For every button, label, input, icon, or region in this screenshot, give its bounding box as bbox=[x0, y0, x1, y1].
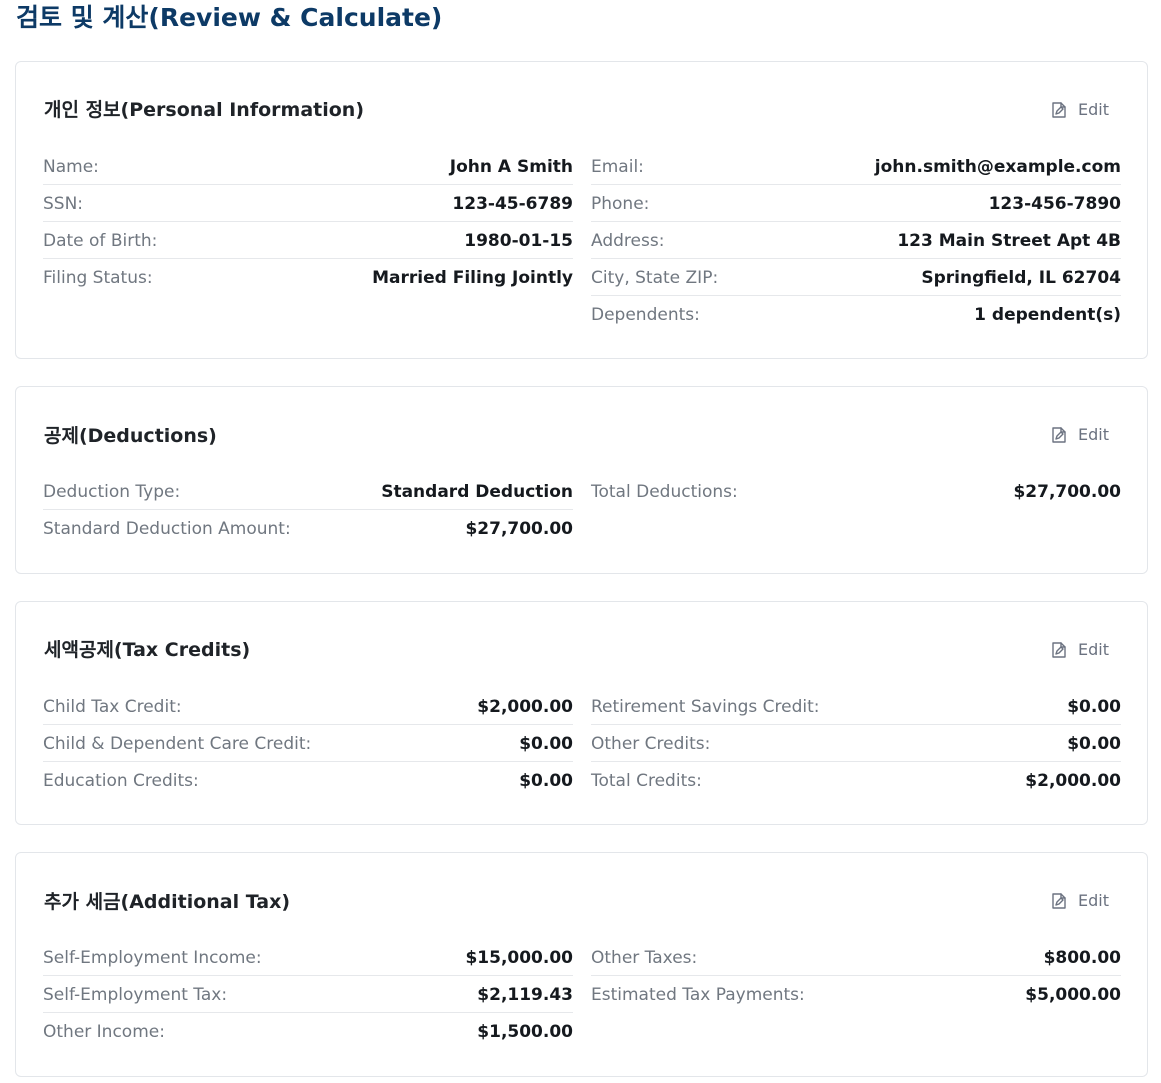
field-label: Deduction Type: bbox=[43, 481, 181, 502]
tax-credits-card: 세액공제(Tax Credits) Edit Child Tax Credit:… bbox=[15, 601, 1148, 825]
info-row: Deduction Type: Standard Deduction bbox=[43, 474, 573, 510]
field-value: 123 Main Street Apt 4B bbox=[897, 230, 1121, 251]
field-label: Self-Employment Tax: bbox=[43, 984, 228, 1005]
right-column: Total Deductions: $27,700.00 bbox=[591, 474, 1121, 511]
info-row: Date of Birth: 1980-01-15 bbox=[43, 223, 573, 259]
section-title: 세액공제(Tax Credits) bbox=[44, 639, 251, 661]
edit-label: Edit bbox=[1078, 640, 1109, 659]
personal-information-card: 개인 정보(Personal Information) Edit Name: Jo… bbox=[15, 61, 1148, 359]
field-label: Total Deductions: bbox=[591, 482, 738, 502]
field-label: Total Credits: bbox=[591, 771, 702, 791]
section-title: 공제(Deductions) bbox=[44, 425, 217, 447]
field-value: $800.00 bbox=[1043, 947, 1121, 968]
section-title: 개인 정보(Personal Information) bbox=[44, 99, 365, 121]
info-row: Phone: 123-456-7890 bbox=[591, 186, 1121, 222]
info-row: Name: John A Smith bbox=[43, 149, 573, 185]
edit-button[interactable]: Edit bbox=[1050, 638, 1109, 662]
info-row: Self-Employment Tax: $2,119.43 bbox=[43, 977, 573, 1013]
field-label: Phone: bbox=[591, 193, 650, 214]
field-label: Dependents: bbox=[591, 305, 700, 325]
field-value: $0.00 bbox=[1067, 696, 1121, 717]
field-label: City, State ZIP: bbox=[591, 267, 719, 288]
field-label: Self-Employment Income: bbox=[43, 947, 262, 968]
field-label: Child & Dependent Care Credit: bbox=[43, 733, 312, 754]
field-value: $0.00 bbox=[1067, 733, 1121, 754]
right-column: Other Taxes: $800.00 Estimated Tax Paymen… bbox=[591, 940, 1121, 1014]
field-value: $2,119.43 bbox=[477, 984, 573, 1005]
left-column: Child Tax Credit: $2,000.00 Child & Depen… bbox=[43, 689, 573, 800]
info-row: Total Credits: $2,000.00 bbox=[591, 763, 1121, 799]
right-column: Email: john.smith@example.com Phone: 123-4… bbox=[591, 149, 1121, 334]
edit-file-icon bbox=[1050, 892, 1068, 910]
field-label: Date of Birth: bbox=[43, 230, 158, 251]
field-value: 123-456-7890 bbox=[988, 193, 1121, 214]
additional-tax-card: 추가 세금(Additional Tax) Edit Self-Employme… bbox=[15, 852, 1148, 1077]
field-label: Child Tax Credit: bbox=[43, 696, 182, 717]
edit-file-icon bbox=[1050, 426, 1068, 444]
edit-label: Edit bbox=[1078, 891, 1109, 910]
info-row: City, State ZIP: Springfield, IL 62704 bbox=[591, 260, 1121, 296]
field-value: 123-45-6789 bbox=[452, 193, 573, 214]
info-row: Address: 123 Main Street Apt 4B bbox=[591, 223, 1121, 259]
info-row: Education Credits: $0.00 bbox=[43, 763, 573, 799]
field-value: john.smith@example.com bbox=[874, 156, 1121, 177]
field-label: SSN: bbox=[43, 193, 84, 214]
field-value: $2,000.00 bbox=[477, 696, 573, 717]
field-label: Retirement Savings Credit: bbox=[591, 696, 820, 717]
left-column: Name: John A Smith SSN: 123-45-6789 Date o… bbox=[43, 149, 573, 297]
field-value: John A Smith bbox=[449, 156, 573, 177]
field-label: Education Credits: bbox=[43, 771, 199, 791]
info-row: Standard Deduction Amount: $27,700.00 bbox=[43, 511, 573, 547]
field-value: $27,700.00 bbox=[465, 519, 573, 539]
edit-button[interactable]: Edit bbox=[1050, 98, 1109, 122]
field-label: Address: bbox=[591, 230, 665, 251]
field-value: 1 dependent(s) bbox=[974, 305, 1121, 325]
edit-button[interactable]: Edit bbox=[1050, 423, 1109, 447]
field-value: $15,000.00 bbox=[465, 947, 573, 968]
field-value: $27,700.00 bbox=[1013, 482, 1121, 502]
info-row: Dependents: 1 dependent(s) bbox=[591, 297, 1121, 333]
field-label: Standard Deduction Amount: bbox=[43, 519, 291, 539]
edit-label: Edit bbox=[1078, 425, 1109, 444]
section-title: 추가 세금(Additional Tax) bbox=[44, 891, 291, 913]
field-value: Married Filing Jointly bbox=[372, 268, 573, 288]
info-row: Email: john.smith@example.com bbox=[591, 149, 1121, 185]
field-value: $5,000.00 bbox=[1025, 985, 1121, 1005]
info-row: Other Credits: $0.00 bbox=[591, 726, 1121, 762]
field-label: Name: bbox=[43, 156, 99, 177]
field-label: Other Income: bbox=[43, 1022, 165, 1042]
page-title: 검토 및 계산(Review & Calculate) bbox=[16, 3, 443, 32]
info-row: Other Taxes: $800.00 bbox=[591, 940, 1121, 976]
info-row: Total Deductions: $27,700.00 bbox=[591, 474, 1121, 510]
field-value: Springfield, IL 62704 bbox=[921, 267, 1121, 288]
info-row: Retirement Savings Credit: $0.00 bbox=[591, 689, 1121, 725]
info-row: Filing Status: Married Filing Jointly bbox=[43, 260, 573, 296]
info-row: Child Tax Credit: $2,000.00 bbox=[43, 689, 573, 725]
field-label: Other Taxes: bbox=[591, 947, 698, 968]
field-value: $2,000.00 bbox=[1025, 771, 1121, 791]
left-column: Self-Employment Income: $15,000.00 Self-E… bbox=[43, 940, 573, 1051]
right-column: Retirement Savings Credit: $0.00 Other Cr… bbox=[591, 689, 1121, 800]
field-value: Standard Deduction bbox=[381, 481, 573, 502]
edit-button[interactable]: Edit bbox=[1050, 889, 1109, 913]
field-value: $1,500.00 bbox=[477, 1022, 573, 1042]
field-value: $0.00 bbox=[519, 733, 573, 754]
info-row: SSN: 123-45-6789 bbox=[43, 186, 573, 222]
info-row: Child & Dependent Care Credit: $0.00 bbox=[43, 726, 573, 762]
field-label: Email: bbox=[591, 156, 644, 177]
deductions-card: 공제(Deductions) Edit Deduction Type: Stand… bbox=[15, 386, 1148, 574]
left-column: Deduction Type: Standard Deduction Standa… bbox=[43, 474, 573, 548]
edit-label: Edit bbox=[1078, 100, 1109, 119]
field-label: Filing Status: bbox=[43, 268, 153, 288]
field-label: Estimated Tax Payments: bbox=[591, 985, 805, 1005]
field-value: 1980-01-15 bbox=[464, 230, 573, 251]
field-value: $0.00 bbox=[519, 771, 573, 791]
info-row: Self-Employment Income: $15,000.00 bbox=[43, 940, 573, 976]
field-label: Other Credits: bbox=[591, 733, 711, 754]
info-row: Other Income: $1,500.00 bbox=[43, 1014, 573, 1050]
info-row: Estimated Tax Payments: $5,000.00 bbox=[591, 977, 1121, 1013]
edit-file-icon bbox=[1050, 641, 1068, 659]
edit-file-icon bbox=[1050, 101, 1068, 119]
